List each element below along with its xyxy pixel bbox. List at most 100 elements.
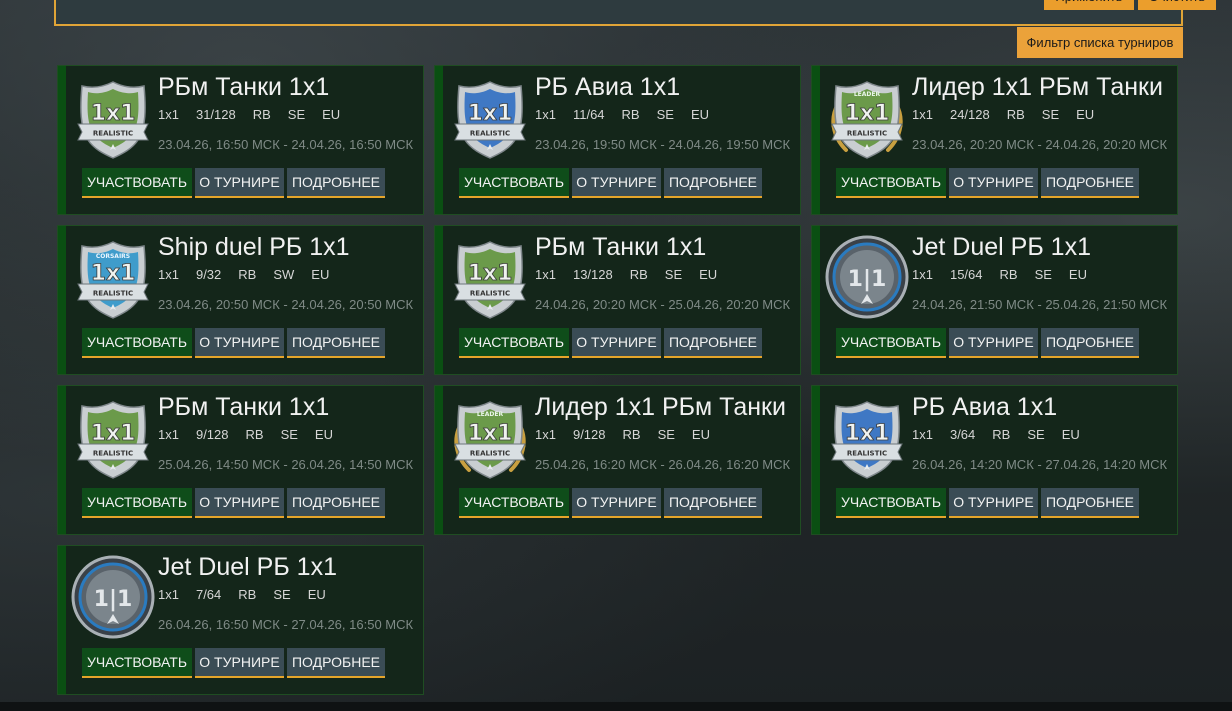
join-button[interactable]: УЧАСТВОВАТЬ: [82, 488, 192, 518]
join-button[interactable]: УЧАСТВОВАТЬ: [459, 328, 569, 358]
join-button[interactable]: УЧАСТВОВАТЬ: [836, 488, 946, 518]
tournament-title: РБм Танки 1x1: [535, 233, 707, 261]
tag-difficulty: RB: [245, 427, 264, 442]
tag-slots: 15/64: [949, 267, 983, 282]
card-accent-strip: [58, 66, 66, 214]
details-button[interactable]: ПОДРОБНЕЕ: [1041, 168, 1139, 198]
about-tournament-button[interactable]: О ТУРНИРЕ: [572, 168, 661, 198]
tag-slots: 13/128: [572, 267, 613, 282]
svg-text:REALISTIC: REALISTIC: [93, 450, 133, 458]
tag-mode: 1x1: [158, 267, 179, 282]
tournament-title: РБм Танки 1x1: [158, 393, 330, 421]
tag-mode: 1x1: [158, 587, 179, 602]
tag-mode: 1x1: [912, 427, 933, 442]
tournament-dates: 23.04.26, 19:50 МСК - 24.04.26, 19:50 МС…: [535, 137, 791, 152]
tag-region: EU: [1068, 267, 1087, 282]
details-button[interactable]: ПОДРОБНЕЕ: [664, 488, 762, 518]
svg-text:REALISTIC: REALISTIC: [93, 290, 133, 298]
tournament-title: РБм Танки 1x1: [158, 73, 330, 101]
svg-text:LEADER: LEADER: [854, 91, 881, 98]
tag-difficulty: RB: [621, 107, 640, 122]
tank-realistic-badge-icon: 1x1 REALISTIC: [447, 234, 533, 320]
apply-filter-button[interactable]: Применить: [1044, 0, 1134, 10]
tag-difficulty: RB: [999, 267, 1018, 282]
details-button[interactable]: ПОДРОБНЕЕ: [664, 328, 762, 358]
card-accent-strip: [58, 226, 66, 374]
tag-slots: 9/32: [195, 267, 222, 282]
tournament-card: 1x1 REALISTIC РБм Танки 1x1 1x1 31/128 RB SE…: [57, 65, 424, 215]
tournament-card: LEADER 1x1 REALISTIC Лидер 1x1 РБм Танки…: [811, 65, 1178, 215]
details-button[interactable]: ПОДРОБНЕЕ: [287, 488, 385, 518]
tournament-title: Лидер 1x1 РБм Танки: [535, 393, 786, 421]
about-tournament-button[interactable]: О ТУРНИРЕ: [195, 488, 284, 518]
tag-difficulty: RB: [1006, 107, 1025, 122]
jet-duel-badge-icon: 1|1: [70, 554, 156, 640]
about-tournament-button[interactable]: О ТУРНИРЕ: [195, 168, 284, 198]
tournament-card: 1|1 Jet Duel РБ 1x1 1x1 15/64 RB SE EU 24.04.2…: [811, 225, 1178, 375]
svg-text:1x1: 1x1: [468, 101, 513, 126]
tag-mode: 1x1: [535, 107, 556, 122]
card-accent-strip: [812, 66, 820, 214]
tag-mode: 1x1: [535, 427, 556, 442]
join-button[interactable]: УЧАСТВОВАТЬ: [459, 488, 569, 518]
details-button[interactable]: ПОДРОБНЕЕ: [1041, 328, 1139, 358]
tag-region: EU: [699, 267, 718, 282]
svg-text:REALISTIC: REALISTIC: [847, 130, 887, 138]
tag-mode: 1x1: [158, 107, 179, 122]
details-button[interactable]: ПОДРОБНЕЕ: [287, 168, 385, 198]
tag-slots: 31/128: [195, 107, 236, 122]
card-accent-strip: [435, 386, 443, 534]
tag-type: SE: [1041, 107, 1060, 122]
tournament-dates: 25.04.26, 14:50 МСК - 26.04.26, 14:50 МС…: [158, 457, 414, 472]
join-button[interactable]: УЧАСТВОВАТЬ: [82, 168, 192, 198]
join-button[interactable]: УЧАСТВОВАТЬ: [82, 648, 192, 678]
join-button[interactable]: УЧАСТВОВАТЬ: [836, 168, 946, 198]
card-accent-strip: [812, 386, 820, 534]
join-button[interactable]: УЧАСТВОВАТЬ: [836, 328, 946, 358]
tag-difficulty: RB: [622, 427, 641, 442]
join-button[interactable]: УЧАСТВОВАТЬ: [82, 328, 192, 358]
tournament-dates: 23.04.26, 20:20 МСК - 24.04.26, 20:20 МС…: [912, 137, 1168, 152]
tag-region: EU: [322, 107, 341, 122]
clear-filter-button[interactable]: Очистить: [1138, 0, 1216, 10]
join-button[interactable]: УЧАСТВОВАТЬ: [459, 168, 569, 198]
tag-region: EU: [691, 427, 710, 442]
tournament-title: Лидер 1x1 РБм Танки: [912, 73, 1163, 101]
tag-slots: 7/64: [195, 587, 222, 602]
about-tournament-button[interactable]: О ТУРНИРЕ: [572, 328, 661, 358]
footer-strip: [0, 702, 1232, 711]
tag-type: SE: [1034, 267, 1052, 282]
about-tournament-button[interactable]: О ТУРНИРЕ: [949, 488, 1038, 518]
about-tournament-button[interactable]: О ТУРНИРЕ: [572, 488, 661, 518]
card-accent-strip: [812, 226, 820, 374]
leader-tank-badge-icon: LEADER 1x1 REALISTIC: [447, 394, 533, 480]
about-tournament-button[interactable]: О ТУРНИРЕ: [195, 648, 284, 678]
tag-region: EU: [1076, 107, 1095, 122]
details-button[interactable]: ПОДРОБНЕЕ: [287, 648, 385, 678]
tag-type: SE: [656, 107, 674, 122]
about-tournament-button[interactable]: О ТУРНИРЕ: [195, 328, 284, 358]
tag-mode: 1x1: [912, 267, 933, 282]
svg-text:1x1: 1x1: [468, 261, 513, 286]
tag-slots: 11/64: [572, 107, 605, 122]
svg-text:1x1: 1x1: [91, 261, 136, 286]
about-tournament-button[interactable]: О ТУРНИРЕ: [949, 328, 1038, 358]
tournament-tags: 1x1 24/128 RB SE EU: [912, 107, 1111, 123]
about-tournament-button[interactable]: О ТУРНИРЕ: [949, 168, 1038, 198]
details-button[interactable]: ПОДРОБНЕЕ: [287, 328, 385, 358]
tournament-tags: 1x1 9/128 RB SE EU: [535, 427, 727, 443]
tag-difficulty: RB: [252, 107, 271, 122]
svg-text:1x1: 1x1: [468, 421, 513, 446]
details-button[interactable]: ПОДРОБНЕЕ: [664, 168, 762, 198]
tournament-dates: 26.04.26, 14:20 МСК - 27.04.26, 14:20 МС…: [912, 457, 1168, 472]
tournament-filter-tab[interactable]: Фильтр списка турниров: [1017, 27, 1183, 58]
corsairs-ship-badge-icon: CORSAIRS 1x1 REALISTIC: [70, 234, 156, 320]
details-button[interactable]: ПОДРОБНЕЕ: [1041, 488, 1139, 518]
svg-text:1|1: 1|1: [848, 267, 887, 292]
svg-text:CORSAIRS: CORSAIRS: [96, 253, 130, 260]
tag-region: EU: [314, 427, 333, 442]
tag-region: EU: [1061, 427, 1080, 442]
svg-text:REALISTIC: REALISTIC: [93, 130, 133, 138]
tournament-dates: 25.04.26, 16:20 МСК - 26.04.26, 16:20 МС…: [535, 457, 791, 472]
tag-type: SW: [273, 267, 295, 282]
